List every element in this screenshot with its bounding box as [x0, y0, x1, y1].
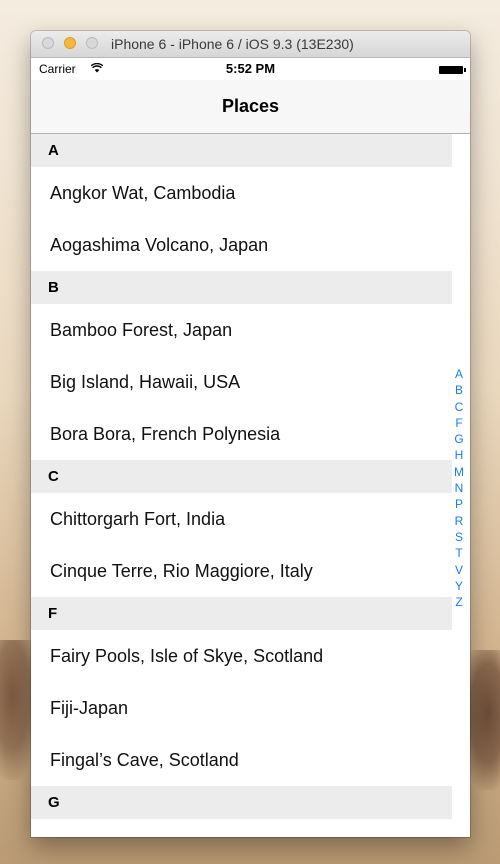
- place-row[interactable]: Angkor Wat, Cambodia: [31, 167, 452, 219]
- section-header: G: [31, 786, 452, 819]
- place-row[interactable]: Fingal’s Cave, Scotland: [31, 734, 452, 786]
- place-row[interactable]: Galapagos, Ecuador: [31, 819, 452, 838]
- place-row[interactable]: Cinque Terre, Rio Maggiore, Italy: [31, 545, 452, 597]
- section-g: G Galapagos, Ecuador: [31, 786, 470, 837]
- section-header: C: [31, 460, 452, 493]
- index-letter[interactable]: F: [455, 415, 462, 431]
- window-titlebar[interactable]: iPhone 6 - iPhone 6 / iOS 9.3 (13E230): [31, 31, 470, 58]
- index-letter[interactable]: H: [455, 447, 464, 463]
- place-row[interactable]: Fairy Pools, Isle of Skye, Scotland: [31, 630, 452, 682]
- place-row[interactable]: Bora Bora, French Polynesia: [31, 408, 452, 460]
- index-letter[interactable]: N: [455, 480, 464, 496]
- status-bar: Carrier 5:52 PM: [31, 58, 470, 80]
- place-row[interactable]: Chittorgarh Fort, India: [31, 493, 452, 545]
- navigation-bar: Places: [31, 80, 470, 134]
- section-header: B: [31, 271, 452, 304]
- section-f: F Fairy Pools, Isle of Skye, Scotland Fi…: [31, 597, 470, 786]
- index-letter[interactable]: Z: [455, 594, 462, 610]
- place-row[interactable]: Fiji-Japan: [31, 682, 452, 734]
- index-letter[interactable]: B: [455, 382, 463, 398]
- index-letter[interactable]: M: [454, 464, 464, 480]
- index-letter[interactable]: V: [455, 562, 463, 578]
- index-letter[interactable]: C: [455, 399, 464, 415]
- section-c: C Chittorgarh Fort, India Cinque Terre, …: [31, 460, 470, 597]
- section-a: A Angkor Wat, Cambodia Aogashima Volcano…: [31, 134, 470, 271]
- index-letter[interactable]: G: [454, 431, 463, 447]
- simulator-window: iPhone 6 - iPhone 6 / iOS 9.3 (13E230) C…: [31, 31, 470, 837]
- index-letter[interactable]: A: [455, 366, 463, 382]
- section-header: A: [31, 134, 452, 167]
- index-letter[interactable]: R: [455, 513, 464, 529]
- close-window-button[interactable]: [42, 37, 54, 49]
- page-title: Places: [221, 96, 280, 116]
- index-letter[interactable]: P: [455, 496, 463, 512]
- place-row[interactable]: Aogashima Volcano, Japan: [31, 219, 452, 271]
- zoom-window-button[interactable]: [86, 37, 98, 49]
- section-b: B Bamboo Forest, Japan Big Island, Hawai…: [31, 271, 470, 460]
- index-letter[interactable]: T: [455, 545, 462, 561]
- index-letter[interactable]: S: [455, 529, 463, 545]
- battery-icon: [439, 66, 466, 74]
- minimize-window-button[interactable]: [64, 37, 76, 49]
- section-index[interactable]: A B C F G H M N P R S T V Y Z: [452, 366, 466, 610]
- section-header: F: [31, 597, 452, 630]
- index-letter[interactable]: Y: [455, 578, 463, 594]
- status-time: 5:52 PM: [225, 61, 276, 76]
- place-row[interactable]: Big Island, Hawaii, USA: [31, 356, 452, 408]
- place-row[interactable]: Bamboo Forest, Japan: [31, 304, 452, 356]
- window-title: iPhone 6 - iPhone 6 / iOS 9.3 (13E230): [111, 36, 354, 52]
- places-table[interactable]: A Angkor Wat, Cambodia Aogashima Volcano…: [31, 134, 470, 837]
